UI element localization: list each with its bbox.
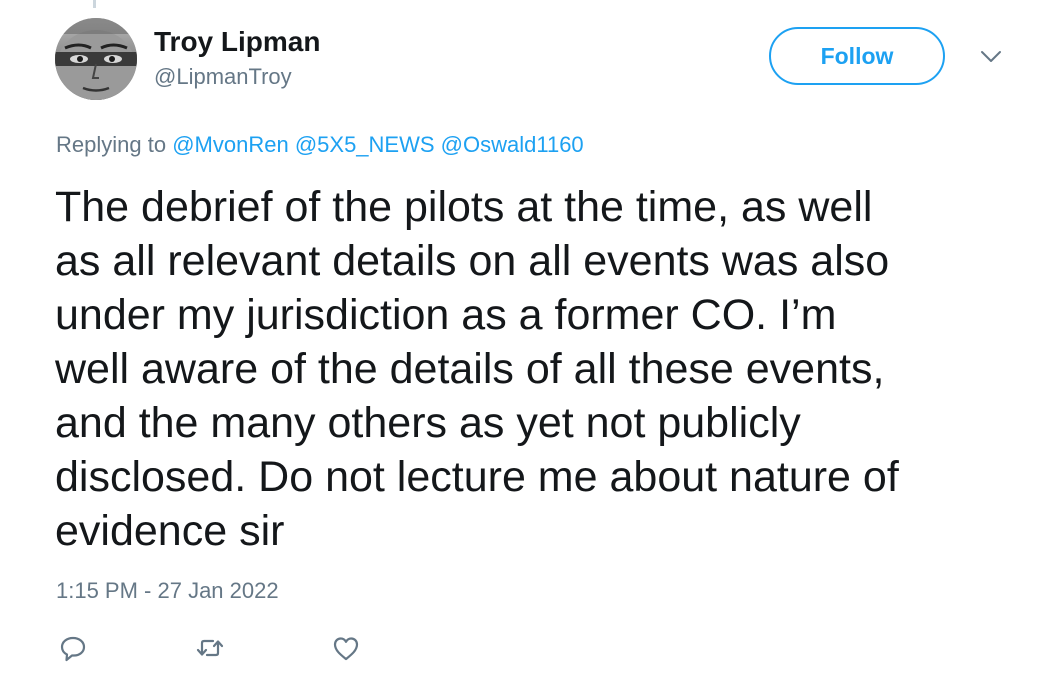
replying-prefix: Replying to xyxy=(56,132,167,157)
tweet-text: The debrief of the pilots at the time, a… xyxy=(55,183,899,555)
follow-button[interactable]: Follow xyxy=(769,27,945,85)
heart-icon[interactable] xyxy=(331,633,361,663)
thread-connector-line xyxy=(93,0,96,8)
chevron-down-icon[interactable] xyxy=(979,49,1003,65)
tweet-timestamp[interactable]: 1:15 PM - 27 Jan 2022 xyxy=(56,578,279,604)
retweet-icon[interactable] xyxy=(195,633,225,663)
author-name[interactable]: Troy Lipman xyxy=(154,26,320,58)
replying-to-line: Replying to @MvonRen @5X5_NEWS @Oswald11… xyxy=(56,132,584,158)
author-handle[interactable]: @LipmanTroy xyxy=(154,64,292,90)
mention-link-mvonren[interactable]: @MvonRen xyxy=(172,132,289,157)
reply-icon[interactable] xyxy=(58,633,88,663)
avatar-image xyxy=(55,18,137,100)
mention-link-5x5-news[interactable]: @5X5_NEWS xyxy=(295,132,435,157)
avatar[interactable] xyxy=(55,18,137,100)
mention-link-oswald1160[interactable]: @Oswald1160 xyxy=(441,132,584,157)
